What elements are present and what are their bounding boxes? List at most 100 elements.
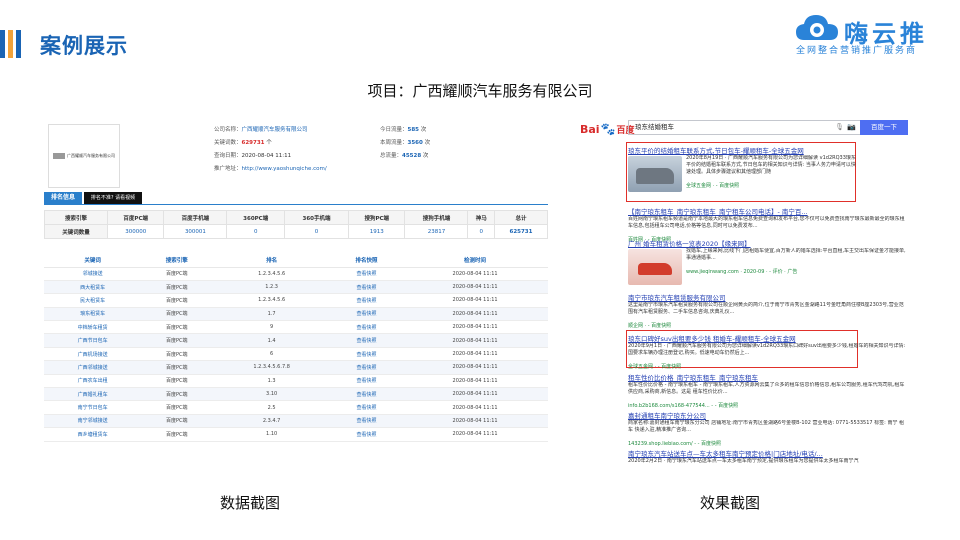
table-row: 广西机场接送 百度PC端 6 查看快照 2020-08-04 11:11 (44, 347, 548, 362)
result-title[interactable]: 琅东平价的结婚租车联系方式,节日包车-耀顺租车-全球五金网 (628, 145, 908, 155)
company-logo-text: 广西耀顺汽车服务有限公司 (67, 153, 115, 158)
search-result: 嘉封通租车南宁琅东分公司 商家名称:嘉封通租车南宁琅东分公司 店铺地址:南宁市青… (628, 410, 908, 448)
summary-cell[interactable]: 1913 (347, 224, 406, 239)
query-date-label: 查询日期： (214, 153, 242, 159)
keyword-cell[interactable]: 广西婚礼租车 (44, 387, 142, 402)
snapshot-link[interactable]: 查看快照 (330, 347, 403, 362)
keyword-cell[interactable]: 广西农车出租 (44, 374, 142, 389)
result-title[interactable]: 嘉封通租车南宁琅东分公司 (628, 410, 908, 420)
snapshot-link[interactable]: 查看快照 (330, 387, 403, 402)
result-title[interactable]: 广州 婚车租赁价格一览表2020【缘来网】 (628, 238, 908, 248)
summary-header: 百度手机端 (163, 210, 228, 225)
result-title[interactable]: 租车性价比价格_南宁琅东租车_南宁琅东租车 (628, 372, 908, 382)
keyword-cell[interactable]: 广西邻城接送 (44, 360, 142, 375)
engine-cell: 百度PC端 (141, 293, 213, 308)
snapshot-link[interactable]: 查看快照 (330, 427, 403, 442)
summary-cell[interactable]: 300000 (106, 224, 165, 239)
company-logo-icon (53, 153, 65, 159)
result-title[interactable]: 南宁琅东汽车站送车点—车太多租车南宁预定价格|门店地址/电话/... (628, 448, 908, 458)
accent-bar-1 (0, 30, 5, 58)
keyword-cell[interactable]: 邻城接送 (44, 267, 142, 281)
wedding-car-thumbnail (628, 249, 682, 285)
summary-header: 总计 (493, 210, 549, 225)
company-value[interactable]: 广西耀顺汽车服务有限公司 (242, 127, 308, 133)
search-input[interactable]: 琅东结婚租车 📷 🎙 (628, 120, 860, 135)
caption-data-screenshot: 数据截图 (220, 494, 281, 512)
camera-icon[interactable]: 📷 (847, 121, 856, 134)
table-row: 琅东租赁车 百度PC端 1.7 查看快照 2020-08-04 11:11 (44, 307, 548, 322)
snapshot-link[interactable]: 查看快照 (330, 267, 403, 281)
summary-cell[interactable]: 0 (226, 224, 285, 239)
caption-result-screenshot: 效果截图 (700, 494, 761, 512)
keyword-cell[interactable]: 西乡塘租赁车 (44, 427, 142, 442)
total-label: 总流量： (380, 153, 403, 159)
engine-cell: 百度PC端 (141, 360, 213, 375)
engine-cell: 百度PC端 (141, 333, 213, 348)
tab-watch-video[interactable]: 排名不准? 请看视频 (84, 192, 142, 204)
query-date-value: 2020-08-04 11:11 (241, 153, 292, 159)
summary-header: 搜狗PC端 (347, 210, 406, 225)
result-url[interactable]: 顺企网 · - 百度快照 (628, 323, 908, 330)
snapshot-link[interactable]: 查看快照 (330, 374, 403, 389)
keyword-cell[interactable]: 中档轿车租赁 (44, 320, 142, 335)
result-url[interactable]: 全球五金网 · - 百度快照 (628, 364, 908, 371)
result-title[interactable]: 琅东口碑好suv出租要多少钱 租婚车-耀顺租车-全球五金网 (628, 333, 908, 343)
snapshot-link[interactable]: 查看快照 (330, 400, 403, 415)
today-value: 585 (407, 127, 419, 133)
search-result: 南宁琅东汽车站送车点—车太多租车南宁预定价格|门店地址/电话/... 2020年… (628, 448, 908, 472)
engine-cell: 百度PC端 (141, 280, 213, 295)
table-row: 西乡塘租赁车 百度PC端 1.10 查看快照 2020-08-04 11:11 (44, 427, 548, 442)
keyword-cell[interactable]: 南宁节日包车 (44, 400, 142, 415)
snapshot-link[interactable]: 查看快照 (330, 280, 403, 295)
search-result: 琅东平价的结婚租车联系方式,节日包车-耀顺租车-全球五金网 2020年8月19日… (628, 145, 908, 192)
summary-cell[interactable]: 0 (467, 224, 495, 239)
url-value[interactable]: http://www.yaoshunqiche.com/ (242, 166, 327, 172)
result-title[interactable]: 【南宁琅东租车_南宁琅东租车_南宁租车公司电话】- 南宁百... (628, 206, 908, 216)
table-row: 中档轿车租赁 百度PC端 9 查看快照 2020-08-04 11:11 (44, 320, 548, 335)
result-url[interactable]: 143239.shop.liebiao.com/ - - 百度快照 (628, 441, 908, 448)
rank-cell: 2.5 (212, 400, 331, 415)
result-description: 找婚车,上缘来网,比线下门店租婚车便宜,百万新人的婚车选择:平台直租,车主交出车… (686, 248, 906, 261)
snapshot-link[interactable]: 查看快照 (330, 320, 403, 335)
keyword-cell[interactable]: 民大租赁车 (44, 293, 142, 308)
result-url[interactable]: info.b2b168.com/s168-477544... - - 百度快照 (628, 403, 908, 410)
search-button[interactable]: 百度一下 (860, 120, 908, 135)
table-row: 广西婚礼租车 百度PC端 3.10 查看快照 2020-08-04 11:11 (44, 387, 548, 402)
engine-cell: 百度PC端 (141, 374, 213, 389)
microphone-icon[interactable]: 🎙 (835, 121, 844, 134)
summary-cell: 关键词数量 (44, 224, 108, 239)
rank-cell: 3.10 (212, 387, 331, 402)
url-label: 推广地址： (214, 166, 242, 172)
engine-cell: 百度PC端 (141, 267, 213, 281)
rank-cell: 1.2.3.4.5.6 (212, 293, 331, 308)
keyword-cell[interactable]: 广西节日包车 (44, 333, 142, 348)
snapshot-link[interactable]: 查看快照 (330, 333, 403, 348)
keyword-cell[interactable]: 琅东租赁车 (44, 307, 142, 322)
check-time-cell: 2020-08-04 11:11 (402, 333, 548, 348)
table-row: 广西邻城接送 百度PC端 1.2.3.4.5.6.7.8 查看快照 2020-08-04… (44, 360, 548, 375)
engine-cell: 百度PC端 (141, 307, 213, 322)
week-unit: 次 (424, 140, 431, 146)
summary-cell[interactable]: 23817 (404, 224, 469, 239)
paw-icon: 🐾 (600, 122, 616, 136)
snapshot-link[interactable]: 查看快照 (330, 414, 403, 429)
result-title[interactable]: 南宁市琅东汽车租赁服务有限公司 (628, 292, 908, 302)
tab-ranking-info[interactable]: 排名信息 (44, 192, 82, 204)
tab-divider (44, 204, 548, 205)
keyword-cell[interactable]: 广西机场接送 (44, 347, 142, 362)
summary-cell-total[interactable]: 625731 (493, 224, 549, 239)
search-result: 租车性价比价格_南宁琅东租车_南宁琅东租车 租车性价比价格 - 南宁琅东租车 -… (628, 372, 908, 410)
summary-cell[interactable]: 300001 (163, 224, 228, 239)
keyword-cell[interactable]: 西大租赁车 (44, 280, 142, 295)
check-time-cell: 2020-08-04 11:11 (402, 267, 548, 281)
snapshot-link[interactable]: 查看快照 (330, 307, 403, 322)
keyword-cell[interactable]: 南宁邻城接送 (44, 414, 142, 429)
keywords-label: 关键词数： (214, 140, 242, 146)
snapshot-link[interactable]: 查看快照 (330, 293, 403, 308)
summary-row: 关键词数量 300000 300001 0 0 1913 23817 0 625… (44, 224, 549, 239)
snapshot-link[interactable]: 查看快照 (330, 360, 403, 375)
summary-cell[interactable]: 0 (283, 224, 350, 239)
check-time-cell: 2020-08-04 11:11 (402, 307, 548, 322)
title-accent-bars (0, 30, 21, 58)
check-time-cell: 2020-08-04 11:11 (402, 347, 548, 362)
